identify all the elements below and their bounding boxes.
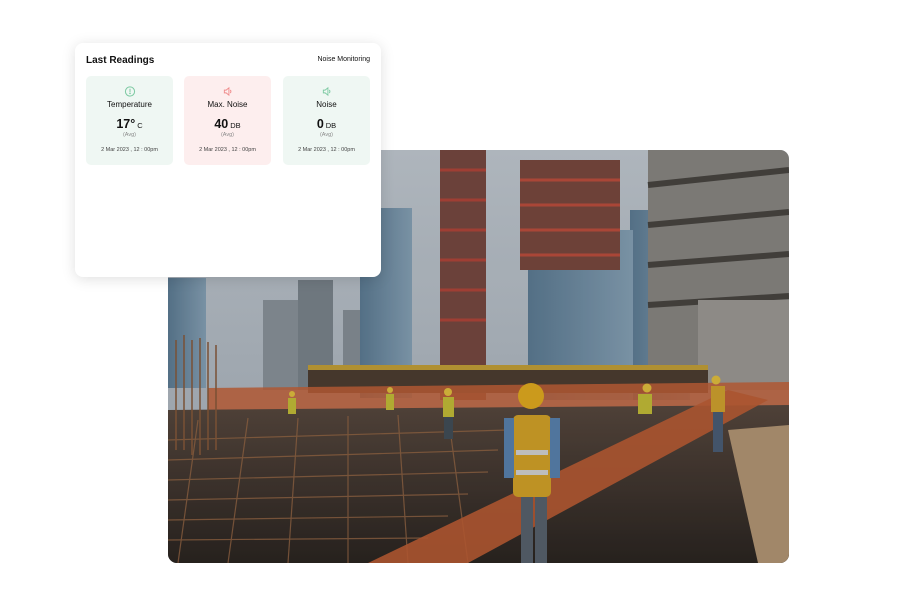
thermometer-icon [124,86,135,97]
noise-avg: (Avg) [319,132,334,138]
noise-monitoring-link[interactable]: Noise Monitoring [317,56,370,63]
noise-time: 2 Mar 2023 , 12 : 00pm [298,147,355,153]
noise-tile[interactable]: Noise 0 DB (Avg) 2 Mar 2023 , 12 : 00pm [283,76,370,165]
speaker-icon [223,86,231,97]
temperature-avg: (Avg) [122,132,137,138]
max-noise-tile[interactable]: Max. Noise 40 DB (Avg) 2 Mar 2023 , 12 : … [184,76,271,165]
temperature-label: Temperature [107,100,152,109]
max-noise-label: Max. Noise [207,100,248,109]
noise-label: Noise [316,100,337,109]
last-readings-card: Last Readings Noise Monitoring Temperatu… [75,43,381,277]
temperature-unit: C [137,121,143,130]
noise-value: 0 DB [316,117,337,131]
speaker-icon [322,86,330,97]
max-noise-value: 40 DB [214,117,241,131]
max-noise-time: 2 Mar 2023 , 12 : 00pm [199,147,256,153]
card-title: Last Readings [86,55,155,66]
temperature-value: 17° C [116,117,143,131]
max-noise-avg: (Avg) [220,132,235,138]
max-noise-unit: DB [230,121,241,130]
noise-unit: DB [325,121,337,130]
temperature-tile[interactable]: Temperature 17° C (Avg) 2 Mar 2023 , 12 :… [86,76,173,165]
temperature-time: 2 Mar 2023 , 12 : 00pm [101,147,158,153]
